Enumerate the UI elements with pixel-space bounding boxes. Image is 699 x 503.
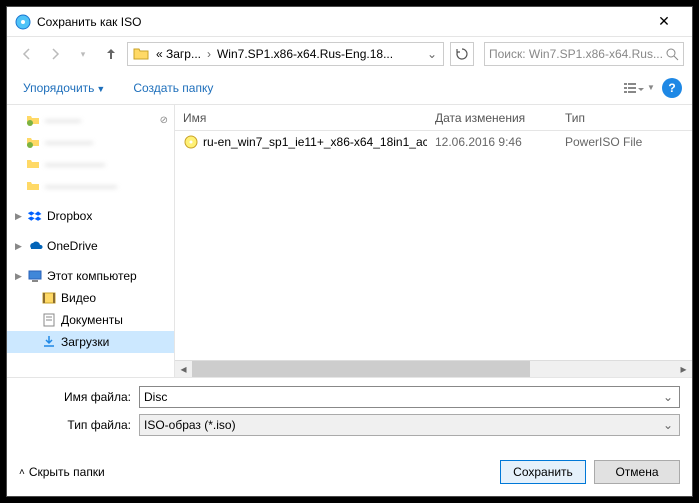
chevron-right-icon: ▶ xyxy=(15,211,25,222)
hide-folders-link[interactable]: ˄ Скрыть папки xyxy=(19,465,105,479)
tree-item[interactable]: ——— ⊘ xyxy=(7,109,174,131)
filename-input[interactable] xyxy=(144,390,661,404)
tree-item-dropbox[interactable]: ▶ Dropbox xyxy=(7,205,174,227)
file-list-pane: Имя Дата изменения Тип ru-en_win7_sp1_ie… xyxy=(175,105,692,377)
nav-back-button[interactable] xyxy=(15,42,39,66)
titlebar: Сохранить как ISO ✕ xyxy=(7,7,692,37)
search-input[interactable] xyxy=(489,47,665,61)
form-area: Имя файла: ⌄ Тип файла: ISO-образ (*.iso… xyxy=(7,377,692,450)
nav-row: ▾ « Загр... › Win7.SP1.x86-x64.Rus-Eng.1… xyxy=(7,37,692,71)
breadcrumb-part1[interactable]: « Загр... xyxy=(152,47,205,61)
folder-icon xyxy=(25,178,41,194)
save-dialog: Сохранить как ISO ✕ ▾ « Загр... › Win7.S… xyxy=(6,6,693,497)
tree-item[interactable]: ————— xyxy=(7,153,174,175)
chevron-right-icon: › xyxy=(205,47,213,61)
chevron-down-icon[interactable]: ⌄ xyxy=(661,418,675,432)
close-button[interactable]: ✕ xyxy=(644,13,684,30)
refresh-button[interactable] xyxy=(450,42,474,66)
file-list[interactable]: ru-en_win7_sp1_ie11+_x86-x64_18in1_acti.… xyxy=(175,131,692,360)
nav-recent-button[interactable]: ▾ xyxy=(71,42,95,66)
tree-item-thispc[interactable]: ▶ Этот компьютер xyxy=(7,265,174,287)
column-headers: Имя Дата изменения Тип xyxy=(175,105,692,131)
filename-field[interactable]: ⌄ xyxy=(139,386,680,408)
view-options-button[interactable]: ▼ xyxy=(622,76,656,100)
column-type[interactable]: Тип xyxy=(557,105,692,130)
folder-icon xyxy=(132,45,150,63)
chevron-down-icon: ▶ xyxy=(15,271,25,282)
search-icon xyxy=(665,47,679,61)
nav-up-button[interactable] xyxy=(99,42,123,66)
toolbar: Упорядочить▼ Создать папку ▼ ? xyxy=(7,71,692,105)
organize-button[interactable]: Упорядочить▼ xyxy=(17,77,111,99)
nav-forward-button[interactable] xyxy=(43,42,67,66)
address-bar[interactable]: « Загр... › Win7.SP1.x86-x64.Rus-Eng.18.… xyxy=(127,42,444,66)
pin-icon: ⊘ xyxy=(160,115,168,126)
column-date[interactable]: Дата изменения xyxy=(427,105,557,130)
window-title: Сохранить как ISO xyxy=(37,15,644,29)
file-date: 12.06.2016 9:46 xyxy=(427,135,557,149)
column-name[interactable]: Имя xyxy=(175,105,427,130)
footer: ˄ Скрыть папки Сохранить Отмена xyxy=(7,450,692,496)
scroll-left-button[interactable]: ◂ xyxy=(175,361,192,378)
search-box[interactable] xyxy=(484,42,684,66)
file-name: ru-en_win7_sp1_ie11+_x86-x64_18in1_acti.… xyxy=(203,135,427,149)
documents-icon xyxy=(41,312,57,328)
folder-icon xyxy=(25,134,41,150)
horizontal-scrollbar[interactable]: ◂ ▸ xyxy=(175,360,692,377)
downloads-icon xyxy=(41,334,57,350)
file-row[interactable]: ru-en_win7_sp1_ie11+_x86-x64_18in1_acti.… xyxy=(175,131,692,153)
folder-icon xyxy=(25,156,41,172)
computer-icon xyxy=(27,268,43,284)
filename-label: Имя файла: xyxy=(19,390,139,404)
scroll-track[interactable] xyxy=(192,361,675,378)
help-button[interactable]: ? xyxy=(662,78,682,98)
tree-item[interactable]: ———— xyxy=(7,131,174,153)
tree-item-videos[interactable]: Видео xyxy=(7,287,174,309)
new-folder-button[interactable]: Создать папку xyxy=(127,77,219,99)
address-dropdown[interactable]: ⌄ xyxy=(423,47,441,61)
onedrive-icon xyxy=(27,238,43,254)
tree-item[interactable]: —————— xyxy=(7,175,174,197)
filetype-label: Тип файла: xyxy=(19,418,139,432)
save-button[interactable]: Сохранить xyxy=(500,460,586,484)
scroll-thumb[interactable] xyxy=(192,361,530,378)
filetype-row: Тип файла: ISO-образ (*.iso) ⌄ xyxy=(19,414,680,436)
chevron-right-icon: ▶ xyxy=(15,241,25,252)
folder-icon xyxy=(25,112,41,128)
cancel-button[interactable]: Отмена xyxy=(594,460,680,484)
filetype-field[interactable]: ISO-образ (*.iso) ⌄ xyxy=(139,414,680,436)
breadcrumb-part2[interactable]: Win7.SP1.x86-x64.Rus-Eng.18... xyxy=(213,47,397,61)
filename-row: Имя файла: ⌄ xyxy=(19,386,680,408)
filetype-value: ISO-образ (*.iso) xyxy=(144,418,661,432)
nav-tree[interactable]: ——— ⊘ ———— ————— —————— ▶ Dropbox ▶ xyxy=(7,105,175,377)
chevron-down-icon[interactable]: ⌄ xyxy=(661,390,675,404)
scroll-right-button[interactable]: ▸ xyxy=(675,361,692,378)
chevron-up-icon: ˄ xyxy=(19,467,25,478)
file-type: PowerISO File xyxy=(557,135,692,149)
app-icon xyxy=(15,14,31,30)
tree-item-documents[interactable]: Документы xyxy=(7,309,174,331)
dropbox-icon xyxy=(27,208,43,224)
iso-file-icon xyxy=(183,134,199,150)
tree-item-onedrive[interactable]: ▶ OneDrive xyxy=(7,235,174,257)
main-area: ——— ⊘ ———— ————— —————— ▶ Dropbox ▶ xyxy=(7,105,692,377)
videos-icon xyxy=(41,290,57,306)
tree-item-downloads[interactable]: Загрузки xyxy=(7,331,174,353)
